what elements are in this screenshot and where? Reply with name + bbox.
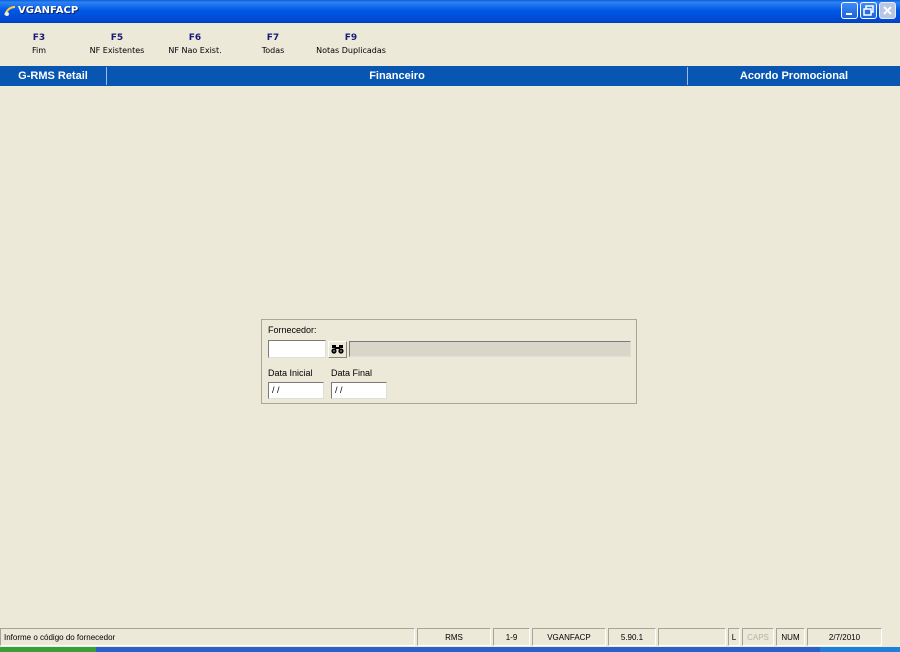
data-final-input[interactable]: / / bbox=[331, 382, 387, 399]
fkey-key: F7 bbox=[266, 33, 280, 43]
status-message: Informe o código do fornecedor bbox=[0, 628, 415, 646]
fornecedor-label: Fornecedor: bbox=[268, 325, 317, 335]
module-name: Financeiro bbox=[369, 70, 425, 82]
data-inicial-label: Data Inicial bbox=[268, 368, 313, 378]
fkey-key: F3 bbox=[32, 33, 46, 43]
fkey-f5-nf-existentes[interactable]: F5 NF Existentes bbox=[82, 32, 152, 58]
status-program: VGANFACP bbox=[532, 628, 606, 646]
fornecedor-code-input[interactable] bbox=[268, 340, 326, 358]
function-key-toolbar: F3 Fim F5 NF Existentes F6 NF Nao Exist.… bbox=[0, 23, 900, 66]
fkey-label: Fim bbox=[31, 46, 47, 55]
app-logo-icon bbox=[4, 5, 16, 17]
status-bar: Informe o código do fornecedor RMS 1-9 V… bbox=[0, 628, 900, 647]
fkey-label: Notas Duplicadas bbox=[316, 46, 386, 55]
restore-button[interactable] bbox=[860, 2, 877, 19]
close-button[interactable] bbox=[879, 2, 896, 19]
fkey-label: NF Existentes bbox=[89, 46, 145, 55]
screen-name: Acordo Promocional bbox=[739, 70, 849, 82]
fkey-label: NF Nao Exist. bbox=[168, 46, 222, 55]
fkey-f3-fim[interactable]: F3 Fim bbox=[22, 32, 56, 58]
start-button-edge bbox=[0, 647, 96, 652]
fkey-label: Todas bbox=[261, 46, 285, 55]
window-title: VGANFACP bbox=[18, 5, 79, 16]
status-blank bbox=[658, 628, 726, 646]
fkey-key: F9 bbox=[344, 33, 358, 43]
fornecedor-name-display bbox=[349, 341, 631, 357]
taskbar-strip bbox=[0, 647, 900, 652]
filter-form: Fornecedor: Data Inicial / / Data Final … bbox=[261, 319, 637, 404]
fkey-key: F6 bbox=[188, 33, 202, 43]
status-date: 2/7/2010 bbox=[807, 628, 882, 646]
status-caps-indicator: CAPS bbox=[742, 628, 774, 646]
status-lock-indicator: L bbox=[728, 628, 740, 646]
status-code: 1-9 bbox=[493, 628, 530, 646]
fkey-key: F5 bbox=[110, 33, 124, 43]
minimize-button[interactable] bbox=[841, 2, 858, 19]
system-name: G-RMS Retail bbox=[18, 70, 88, 82]
fkey-f9-notas-duplicadas[interactable]: F9 Notas Duplicadas bbox=[310, 32, 392, 58]
title-bar: VGANFACP bbox=[0, 0, 900, 23]
tray-edge bbox=[820, 647, 900, 652]
data-inicial-input[interactable]: / / bbox=[268, 382, 324, 399]
status-version: 5.90.1 bbox=[608, 628, 656, 646]
binoculars-icon[interactable] bbox=[328, 341, 347, 358]
header-band: G-RMS Retail Financeiro Acordo Promocion… bbox=[0, 66, 900, 86]
data-final-label: Data Final bbox=[331, 368, 373, 378]
fkey-f6-nf-nao-exist[interactable]: F6 NF Nao Exist. bbox=[162, 32, 228, 58]
status-system: RMS bbox=[417, 628, 491, 646]
status-num-indicator: NUM bbox=[776, 628, 805, 646]
fkey-f7-todas[interactable]: F7 Todas bbox=[254, 32, 292, 58]
